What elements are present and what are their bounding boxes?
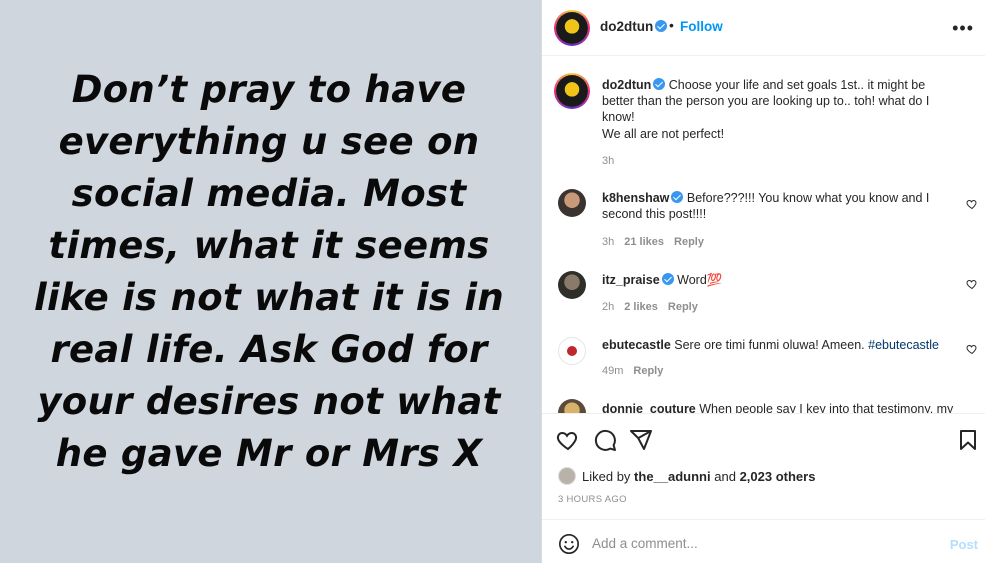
post-timestamp[interactable]: 3 HOURS AGO	[558, 494, 627, 505]
more-options-icon[interactable]: •••	[952, 18, 974, 39]
comment-username[interactable]: itz_praise	[602, 273, 660, 287]
comment-meta: 3h 21 likes Reply	[602, 236, 704, 248]
comment-text: k8henshaw Before???!!! You know what you…	[602, 191, 930, 221]
comment-icon[interactable]	[593, 428, 617, 452]
comment-like-heart-icon[interactable]	[966, 343, 978, 355]
post-comment-button[interactable]: Post	[950, 537, 978, 552]
post-image[interactable]: Don’t pray to have everything u see on s…	[0, 0, 541, 563]
brand-logo-icon	[567, 346, 577, 356]
caption-text-2: We all are not perfect!	[602, 127, 725, 141]
comment-like-heart-icon[interactable]	[966, 278, 978, 290]
heart-icon[interactable]	[556, 428, 580, 452]
hashtag-link[interactable]: #ebutecastle	[868, 338, 939, 352]
comment-input[interactable]	[592, 532, 922, 554]
add-comment-bar: Post	[542, 519, 985, 563]
comment-username[interactable]: donnie_couture	[602, 402, 696, 413]
reply-button[interactable]: Reply	[633, 365, 663, 377]
comment-text: itz_praise Word💯	[602, 273, 723, 287]
comment-username[interactable]: k8henshaw	[602, 191, 669, 205]
liker-username[interactable]: the__adunni	[634, 469, 711, 484]
quote-text: Don’t pray to have everything u see on s…	[34, 68, 504, 475]
caption-text: do2dtun Choose your life and set goals 1…	[602, 78, 930, 124]
separator-dot: •	[669, 17, 674, 33]
verified-badge-icon	[661, 273, 674, 285]
comments-list[interactable]: do2dtun Choose your life and set goals 1…	[542, 57, 985, 413]
likes-summary: Liked by the__adunni and 2,023 others	[558, 467, 815, 485]
comment-meta: 2h 2 likes Reply	[602, 301, 698, 313]
reply-button[interactable]: Reply	[674, 236, 704, 248]
emoji-icon[interactable]	[558, 533, 580, 555]
verified-badge-icon	[671, 191, 684, 203]
comment-meta: 49m Reply	[602, 365, 664, 377]
comment-avatar[interactable]	[558, 271, 586, 299]
comment-text: ebutecastle Sere ore timi funmi oluwa! A…	[602, 338, 940, 352]
caption-time[interactable]: 3h	[602, 155, 614, 167]
caption-username[interactable]: do2dtun	[602, 78, 651, 92]
send-icon[interactable]	[629, 428, 653, 452]
follow-button[interactable]: Follow	[680, 19, 723, 34]
verified-badge-icon	[653, 78, 666, 90]
action-bar	[542, 414, 985, 464]
liker-avatar[interactable]	[558, 467, 576, 485]
post-side-panel: do2dtun • Follow ••• do2dtun Choose your…	[541, 0, 985, 563]
comment-avatar[interactable]	[558, 189, 586, 217]
reply-button[interactable]: Reply	[668, 301, 698, 313]
post-header: do2dtun • Follow •••	[542, 0, 985, 56]
likes-count-link[interactable]: 2,023 others	[740, 469, 816, 484]
author-avatar[interactable]	[554, 10, 590, 46]
comment-like-heart-icon[interactable]	[966, 198, 978, 210]
bookmark-icon[interactable]	[956, 428, 980, 452]
comment-avatar[interactable]	[558, 337, 586, 365]
comment-username[interactable]: ebutecastle	[602, 338, 671, 352]
comment-text: donnie_couture When people say I key int…	[602, 401, 953, 413]
caption-avatar[interactable]	[554, 73, 590, 109]
author-username[interactable]: do2dtun	[600, 19, 668, 34]
verified-badge-icon	[655, 20, 668, 32]
comment-avatar[interactable]	[558, 399, 586, 413]
